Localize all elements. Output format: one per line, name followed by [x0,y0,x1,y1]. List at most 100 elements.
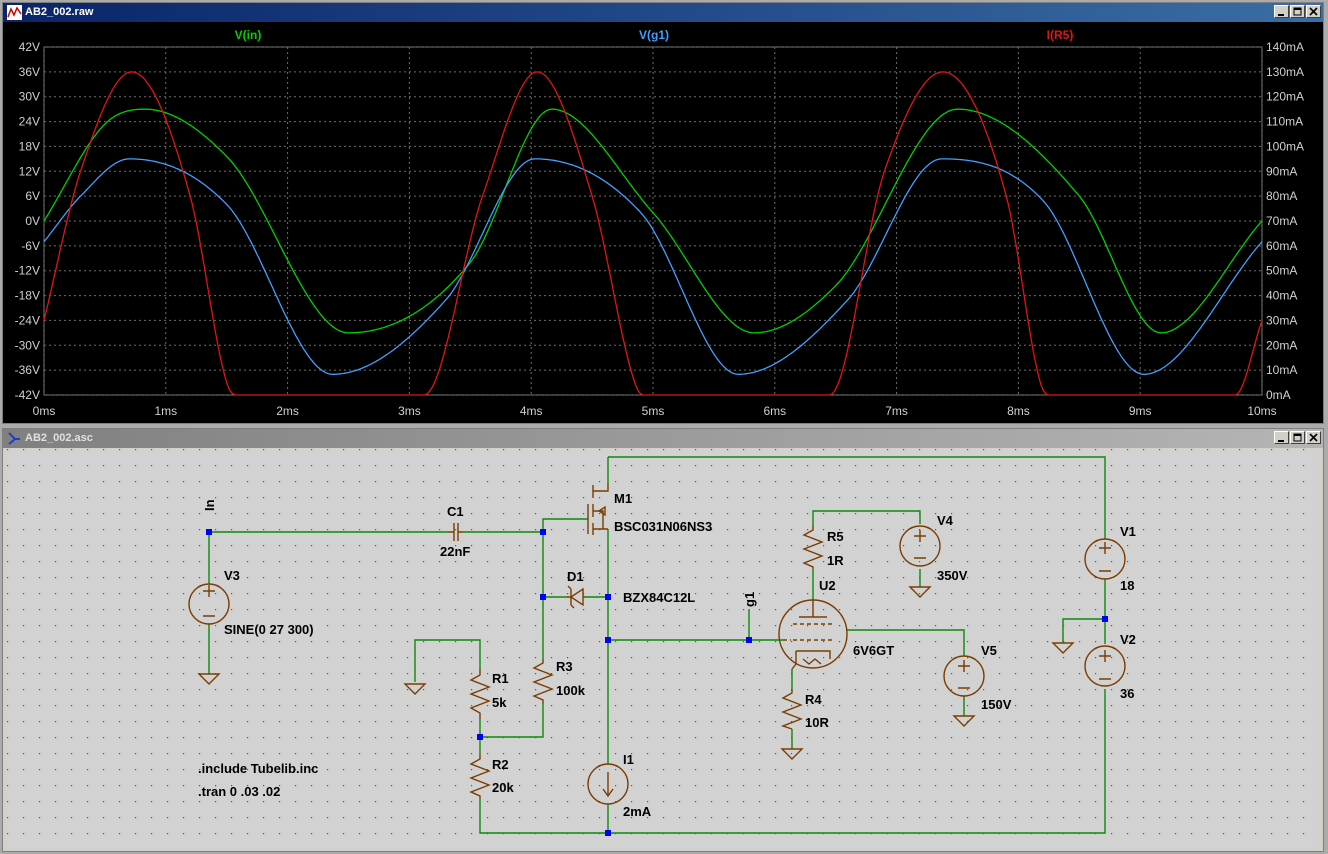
schematic-icon [8,432,20,445]
m1-value[interactable]: BSC031N06NS3 [614,519,712,534]
y-right-tick-label: 30mA [1266,313,1297,327]
m1-label[interactable]: M1 [614,491,632,506]
maximize-button[interactable] [1290,431,1305,444]
r2-label[interactable]: R2 [492,757,509,772]
y-right-tick-label: 100mA [1266,139,1304,153]
v1-label[interactable]: V1 [1120,524,1136,539]
y-left-tick-label: -18V [15,289,40,303]
v4-label[interactable]: V4 [937,513,954,528]
y-left-tick-label: -24V [15,313,40,327]
junction-dot [746,637,752,643]
u2-label[interactable]: U2 [819,578,836,593]
y-left-tick-label: 42V [19,40,40,54]
y-left-tick-label: 12V [19,164,40,178]
schematic-canvas[interactable]: In g1 C1 22nF M1 BSC031N06NS3 D1 BZX84C1… [7,449,1319,849]
r5-label[interactable]: R5 [827,529,844,544]
y-right-tick-label: 90mA [1266,164,1297,178]
plot-window-titlebar[interactable]: AB2_002.raw [3,3,1323,22]
y-right-tick-label: 140mA [1266,40,1304,54]
r3-label[interactable]: R3 [556,659,573,674]
r1-value[interactable]: 5k [492,695,507,710]
junction-dot [605,830,611,836]
v2-value[interactable]: 36 [1120,686,1134,701]
x-tick-label: 9ms [1129,404,1152,418]
spice-directive-include[interactable]: .include Tubelib.inc [198,761,318,776]
x-tick-label: 8ms [1007,404,1030,418]
r4-label[interactable]: R4 [805,692,822,707]
trace-label-ir5[interactable]: I(R5) [1047,28,1074,42]
y-left-tick-label: 24V [19,115,40,129]
close-button[interactable] [1306,431,1321,444]
y-left-tick-label: 18V [19,139,40,153]
v1-value[interactable]: 18 [1120,578,1134,593]
r1-label[interactable]: R1 [492,671,509,686]
r5-value[interactable]: 1R [827,553,844,568]
trace-label-vin[interactable]: V(in) [235,28,262,42]
net-label-in[interactable]: In [202,499,217,511]
c1-value[interactable]: 22nF [440,544,470,559]
v3-label[interactable]: V3 [224,568,240,583]
i1-value[interactable]: 2mA [623,804,652,819]
r4-value[interactable]: 10R [805,715,829,730]
minimize-icon [1278,440,1284,442]
plot-window-title: AB2_002.raw [25,6,94,18]
waveform-plot[interactable]: V(in) V(g1) I(R5) 0ms 1ms 2ms 3ms 4ms 5ms 6ms 7… [3,22,1323,423]
x-tick-label: 3ms [398,404,421,418]
y-left-tick-label: 30V [19,90,40,104]
trace-vg1[interactable] [43,158,1263,375]
v4-value[interactable]: 350V [937,568,968,583]
r2-value[interactable]: 20k [492,780,514,795]
minimize-button[interactable] [1274,431,1289,444]
plot-window[interactable]: AB2_002.raw V(in) V(g1) I(R5) 0ms 1ms 2ms 3… [2,2,1324,424]
d1-value[interactable]: BZX84C12L [623,590,695,605]
x-tick-label: 5ms [642,404,665,418]
x-tick-label: 2ms [276,404,299,418]
junction-dot [605,594,611,600]
junction-dot [540,594,546,600]
y-right-tick-label: 60mA [1266,239,1297,253]
junction-dot [206,529,212,535]
y-right-tick-label: 120mA [1266,90,1304,104]
y-left-tick-label: -12V [15,264,40,278]
y-left-tick-label: 0V [25,214,40,228]
v5-value[interactable]: 150V [981,697,1012,712]
i1-label[interactable]: I1 [623,752,634,767]
y-right-tick-label: 130mA [1266,65,1304,79]
v5-label[interactable]: V5 [981,643,997,658]
x-tick-label: 6ms [763,404,786,418]
maximize-icon [1293,7,1302,16]
schematic-window[interactable]: AB2_002.asc In g1 C1 22nF M1 BSC031N06NS… [2,428,1324,852]
d1-label[interactable]: D1 [567,569,584,584]
c1-label[interactable]: C1 [447,504,464,519]
close-button[interactable] [1306,5,1321,18]
waveform-chart[interactable]: V(in) V(g1) I(R5) 0ms 1ms 2ms 3ms 4ms 5ms 6ms 7… [3,22,1323,423]
schematic-window-title: AB2_002.asc [25,432,93,444]
x-tick-label: 7ms [885,404,908,418]
spice-directive-tran[interactable]: .tran 0 .03 .02 [198,784,280,799]
minimize-icon [1278,14,1284,16]
r3-value[interactable]: 100k [556,683,586,698]
schematic-window-titlebar[interactable]: AB2_002.asc [3,429,1323,448]
y-right-tick-label: 20mA [1266,338,1297,352]
junction-dot [477,734,483,740]
minimize-button[interactable] [1274,5,1289,18]
y-right-tick-label: 50mA [1266,264,1297,278]
v3-value[interactable]: SINE(0 27 300) [224,622,314,637]
junction-dot [605,637,611,643]
x-tick-label: 1ms [154,404,177,418]
y-right-tick-label: 80mA [1266,189,1297,203]
net-label-g1[interactable]: g1 [742,592,757,607]
x-tick-label: 10ms [1247,404,1276,418]
maximize-icon [1293,433,1302,442]
u2-value[interactable]: 6V6GT [853,643,894,658]
y-right-tick-label: 0mA [1266,388,1291,402]
y-right-tick-label: 10mA [1266,363,1297,377]
x-tick-label: 0ms [33,404,56,418]
close-icon [1309,7,1318,16]
v2-label[interactable]: V2 [1120,632,1136,647]
maximize-button[interactable] [1290,5,1305,18]
y-right-tick-label: 40mA [1266,289,1297,303]
x-tick-label: 4ms [520,404,543,418]
y-left-tick-label: -36V [15,363,40,377]
trace-label-vg1[interactable]: V(g1) [639,28,669,42]
